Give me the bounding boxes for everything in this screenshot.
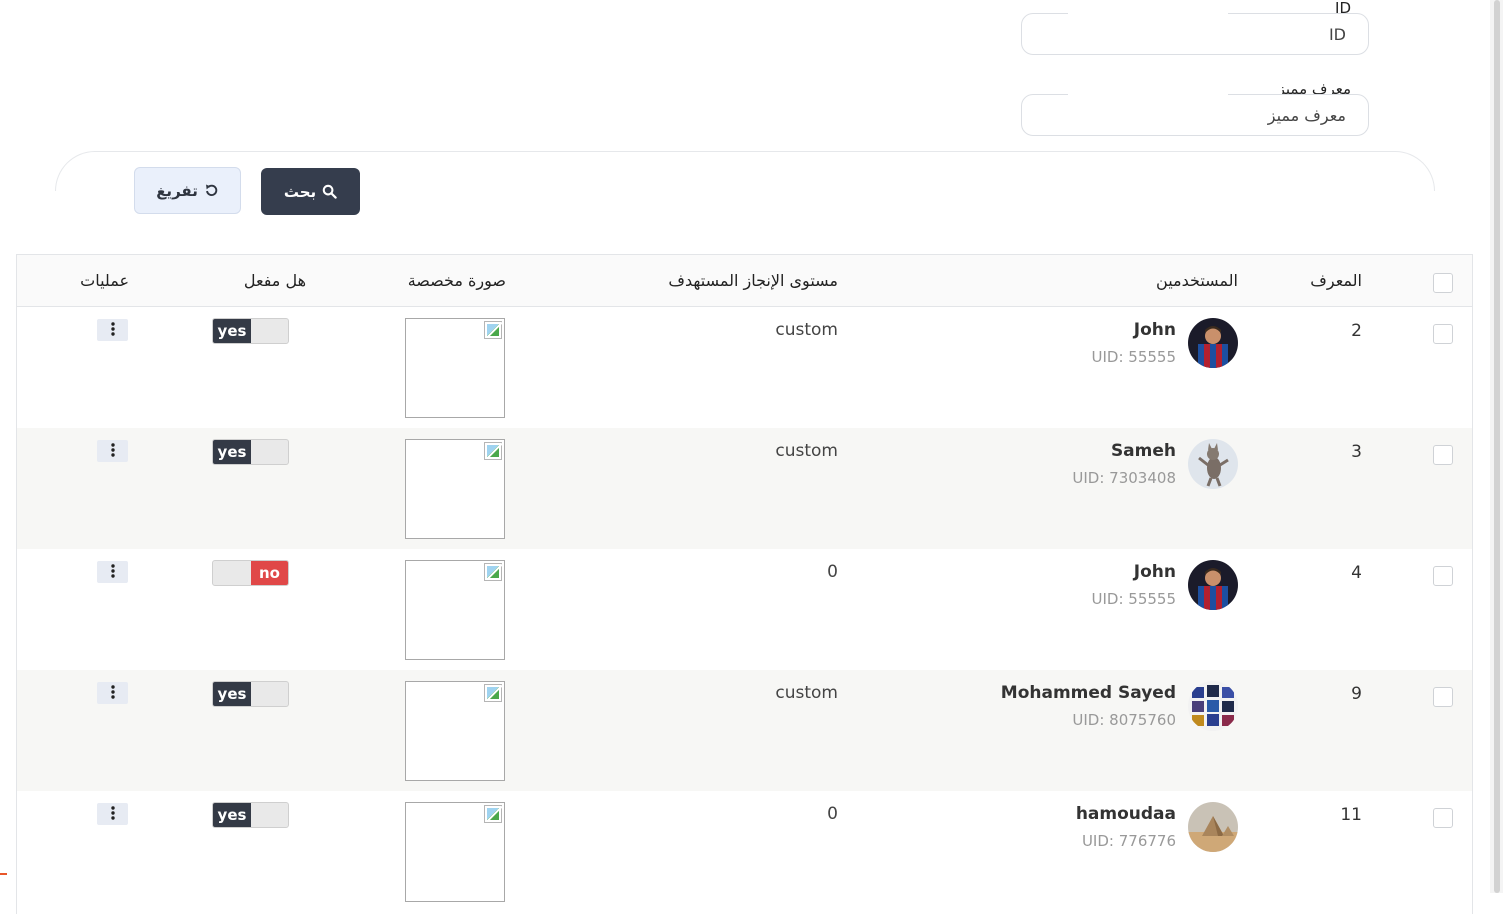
row-id: 4 (1351, 563, 1362, 583)
custom-image (405, 560, 505, 660)
active-toggle[interactable]: yes (212, 802, 289, 828)
table-row: 2 John UID: 55555 custom yes (17, 307, 1472, 428)
custom-image (405, 439, 505, 539)
table-row: 3 Sameh UID: 7303408 custom yes (17, 428, 1472, 549)
row-checkbox[interactable] (1433, 324, 1453, 344)
broken-image-icon (484, 442, 502, 460)
kebab-menu-icon (110, 563, 115, 582)
user-uid: UID: 776776 (1081, 832, 1176, 850)
header-users[interactable]: المستخدمين (1156, 271, 1238, 290)
toggle-on-label: yes (213, 319, 251, 343)
row-actions-button[interactable] (97, 561, 128, 583)
reset-icon (204, 183, 219, 198)
target-level: 0 (827, 562, 838, 582)
broken-image-icon (484, 805, 502, 823)
users-table: المعرف المستخدمين مستوى الإنجاز المستهدف… (16, 254, 1473, 914)
search-icon (322, 184, 337, 199)
user-name: John (1133, 320, 1176, 340)
row-checkbox[interactable] (1433, 687, 1453, 707)
header-is-active[interactable]: هل مفعل (244, 271, 306, 290)
page-scrollbar-thumb[interactable] (1494, 0, 1500, 893)
row-actions-button[interactable] (97, 682, 128, 704)
active-toggle[interactable]: yes (212, 318, 289, 344)
reset-button-label: تفريغ (156, 181, 198, 200)
corner-marker (0, 873, 7, 895)
table-row: 4 John UID: 55555 0 no (17, 549, 1472, 670)
user-uid: UID: 7303408 (1072, 469, 1176, 487)
row-id: 2 (1351, 321, 1362, 341)
user-uid: UID: 8075760 (1072, 711, 1176, 729)
user-name: John (1133, 562, 1176, 582)
row-actions-button[interactable] (97, 319, 128, 341)
search-button-label: بحث (283, 182, 317, 201)
toggle-on-label: yes (213, 440, 251, 464)
id-input[interactable] (1044, 24, 1348, 45)
toggle-off-label: no (251, 561, 288, 585)
user-name: Sameh (1110, 441, 1176, 461)
broken-image-icon (484, 321, 502, 339)
header-operations: عمليات (80, 271, 129, 290)
target-level: custom (775, 683, 838, 703)
table-row: 9 Mohammed Sayed UID: 8075760 custom yes (17, 670, 1472, 791)
table-header: المعرف المستخدمين مستوى الإنجاز المستهدف… (17, 255, 1472, 307)
row-checkbox[interactable] (1433, 445, 1453, 465)
custom-image (405, 681, 505, 781)
toggle-on-label: yes (213, 803, 251, 827)
row-id: 9 (1351, 684, 1362, 704)
kebab-menu-icon (110, 321, 115, 340)
kebab-menu-icon (110, 442, 115, 461)
target-level: 0 (827, 804, 838, 824)
user-name: hamoudaa (1075, 804, 1176, 824)
user-name: Mohammed Sayed (1000, 683, 1176, 703)
kebab-menu-icon (110, 805, 115, 824)
row-actions-button[interactable] (97, 440, 128, 462)
uid-field-label-gap (1068, 93, 1228, 96)
row-id: 11 (1340, 805, 1362, 825)
header-id[interactable]: المعرف (1310, 271, 1362, 290)
user-uid: UID: 55555 (1091, 590, 1177, 608)
select-all-checkbox[interactable] (1433, 273, 1453, 293)
avatar (1188, 681, 1238, 731)
reset-button[interactable]: تفريغ (134, 167, 241, 214)
custom-image (405, 802, 505, 902)
header-target-level[interactable]: مستوى الإنجاز المستهدف (668, 271, 838, 290)
toggle-on-label: yes (213, 682, 251, 706)
avatar (1188, 318, 1238, 368)
active-toggle[interactable]: yes (212, 439, 289, 465)
broken-image-icon (484, 684, 502, 702)
avatar (1188, 560, 1238, 610)
broken-image-icon (484, 563, 502, 581)
uid-field[interactable] (1021, 94, 1369, 136)
avatar (1188, 802, 1238, 852)
custom-image (405, 318, 505, 418)
target-level: custom (775, 320, 838, 340)
user-uid: UID: 55555 (1091, 348, 1177, 366)
uid-input[interactable] (1044, 105, 1348, 126)
target-level: custom (775, 441, 838, 461)
page-scrollbar-track[interactable] (1490, 0, 1503, 893)
row-checkbox[interactable] (1433, 566, 1453, 586)
table-row: 11 hamoudaa UID: 776776 0 yes (17, 791, 1472, 912)
kebab-menu-icon (110, 684, 115, 703)
avatar (1188, 439, 1238, 489)
search-button[interactable]: بحث (261, 168, 360, 215)
id-field[interactable] (1021, 13, 1369, 55)
header-custom-image[interactable]: صورة مخصصة (408, 271, 506, 290)
row-actions-button[interactable] (97, 803, 128, 825)
active-toggle[interactable]: no (212, 560, 289, 586)
row-id: 3 (1351, 442, 1362, 462)
id-field-label-gap (1068, 12, 1228, 15)
row-checkbox[interactable] (1433, 808, 1453, 828)
active-toggle[interactable]: yes (212, 681, 289, 707)
